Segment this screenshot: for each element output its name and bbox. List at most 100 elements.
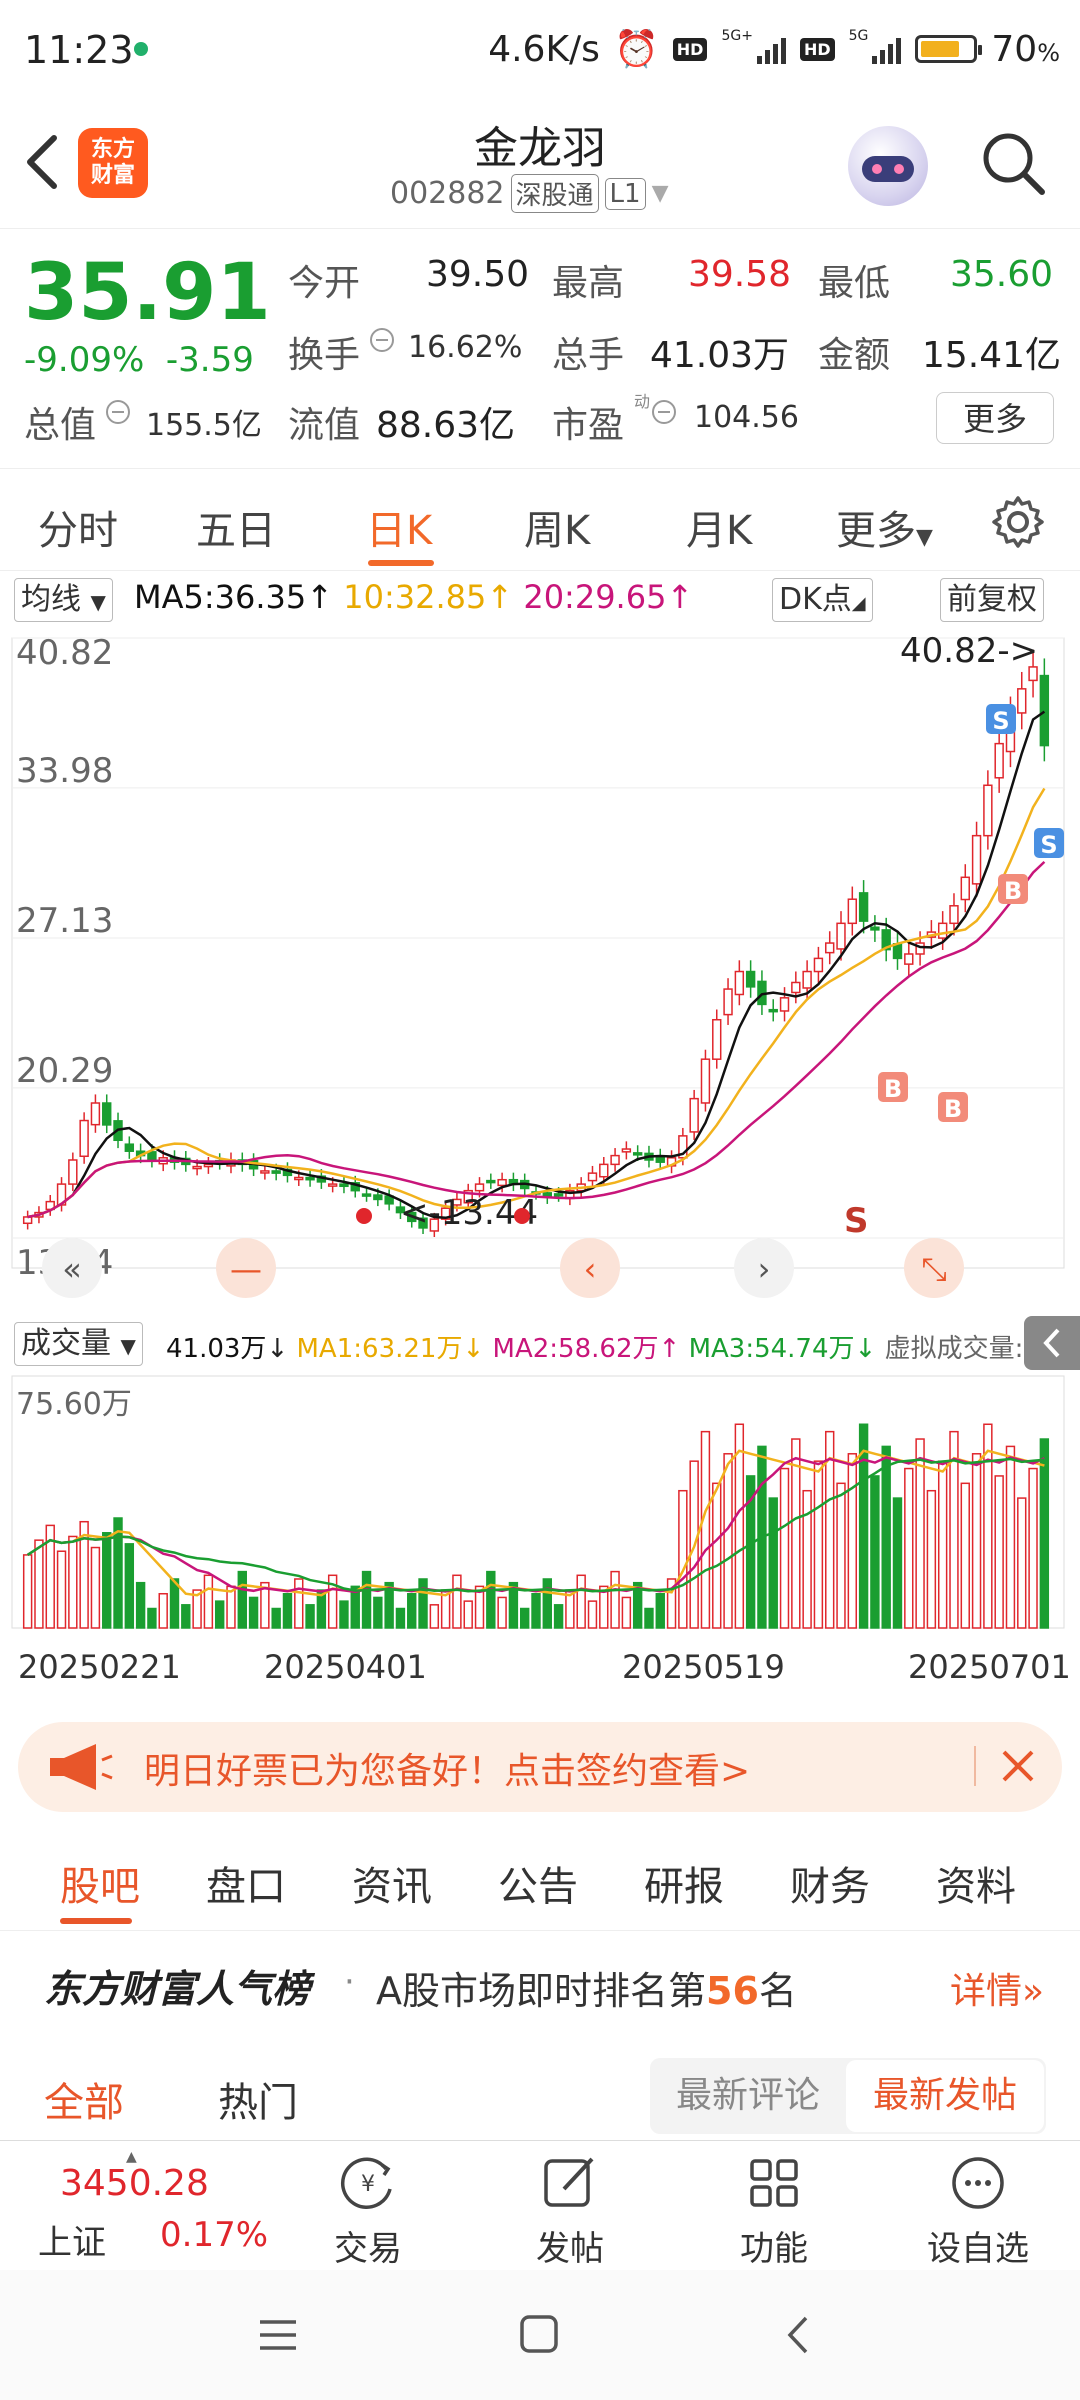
candle-body: [904, 953, 914, 965]
volume-bar: [813, 1460, 824, 1629]
signal-marker-label: S: [992, 707, 1009, 735]
ma-select-label: 均线: [21, 582, 81, 617]
collapse-side-button[interactable]: [1024, 1316, 1080, 1370]
candle-body: [994, 742, 1004, 779]
candle-body: [294, 1176, 304, 1181]
promo-banner[interactable]: 明日好票已为您备好！点击签约查看>: [18, 1722, 1062, 1812]
chart-nav-icon: ‹: [584, 1250, 597, 1288]
nav-post-label: 发帖: [536, 2229, 604, 2269]
dk-point-button[interactable]: DK点◢: [772, 578, 873, 622]
candle-body: [305, 1176, 315, 1181]
open-label: 今开: [288, 263, 361, 304]
candle-body: [813, 957, 824, 973]
tab-research[interactable]: 研报: [644, 1854, 724, 1912]
tab-more[interactable]: 更多▼: [836, 498, 933, 556]
candle-body: [791, 981, 801, 994]
hd-icon: HD: [672, 37, 708, 61]
candle-body: [870, 926, 880, 931]
tab-day-k[interactable]: 日K: [366, 498, 432, 556]
candle-body: [802, 970, 812, 989]
volume-bar: [576, 1574, 586, 1629]
max-price-annotation: 40.82->: [900, 631, 1038, 671]
volume-bar: [1039, 1438, 1050, 1629]
nav-post[interactable]: 发帖: [500, 2151, 640, 2270]
tab-month-k[interactable]: 月K: [686, 498, 752, 556]
svg-text:¥: ¥: [361, 2172, 375, 2197]
volume-chart[interactable]: 75.60万: [0, 1370, 1080, 1640]
tab-guba[interactable]: 股吧: [60, 1854, 140, 1912]
nav-functions[interactable]: 功能: [704, 2151, 844, 2270]
up-arrow-icon: ↑: [306, 578, 334, 616]
app-logo[interactable]: 东方财富: [78, 128, 148, 198]
pe-value: 104.56: [694, 400, 799, 435]
volume-bar: [124, 1543, 135, 1629]
amount-value: 15.41亿: [922, 335, 1062, 376]
tab-week-k[interactable]: 周K: [524, 498, 590, 556]
filter-all[interactable]: 全部: [44, 2070, 124, 2128]
volume-bar: [248, 1596, 259, 1629]
settings-gear-icon[interactable]: [988, 492, 1048, 552]
assistant-robot-icon[interactable]: [848, 126, 928, 206]
network-type-1: 5G+: [721, 28, 753, 44]
more-button[interactable]: 更多: [936, 392, 1054, 444]
tab-announcements[interactable]: 公告: [498, 1854, 578, 1912]
search-icon[interactable]: [980, 130, 1046, 196]
info-icon[interactable]: [370, 328, 394, 352]
tab-pankou[interactable]: 盘口: [206, 1854, 286, 1912]
volume-bar: [881, 1445, 891, 1629]
tab-five-day[interactable]: 五日: [196, 498, 276, 556]
home-square-icon[interactable]: [514, 2310, 566, 2360]
tab-news[interactable]: 资讯: [352, 1854, 432, 1912]
volume-bar: [553, 1604, 564, 1629]
float-label: 流值: [288, 405, 361, 446]
ma-select[interactable]: 均线 ▼: [14, 578, 113, 622]
rank-title: 东方财富人气榜: [44, 1967, 311, 2011]
volume-bar: [1017, 1497, 1027, 1629]
dropdown-triangle-icon[interactable]: ▼: [652, 181, 669, 206]
menu-icon[interactable]: [254, 2314, 302, 2356]
volume-bar: [587, 1600, 598, 1629]
info-icon[interactable]: [106, 400, 130, 424]
volume-bar: [994, 1475, 1004, 1629]
adjust-button[interactable]: 前复权: [940, 578, 1044, 622]
clock: 11:23: [24, 28, 134, 72]
close-icon[interactable]: [992, 1740, 1044, 1792]
info-icon[interactable]: [652, 400, 676, 424]
candle-body: [937, 922, 948, 939]
volume-bar: [655, 1592, 665, 1629]
back-arrow-icon[interactable]: [22, 132, 62, 192]
pct-change: -9.09%: [24, 340, 145, 380]
date-label: 20250221: [18, 1648, 181, 1686]
active-tab-indicator: [368, 560, 434, 566]
volume-bar: [282, 1592, 293, 1629]
index-value[interactable]: 3450.28: [60, 2163, 209, 2204]
volume-bar: [407, 1592, 417, 1629]
sort-latest-comment[interactable]: 最新评论: [650, 2058, 846, 2134]
more-dots-circle-icon: [952, 2157, 1004, 2209]
candle-body: [339, 1183, 349, 1188]
mcap-label: 总值: [24, 405, 97, 446]
candlestick-chart[interactable]: 40.8233.9827.1320.2913.4440.82-><-13.44S…: [0, 628, 1080, 1318]
volume-bar: [712, 1482, 722, 1629]
nav-trade[interactable]: ¥ 交易: [298, 2151, 438, 2270]
filter-hot[interactable]: 热门: [218, 2070, 298, 2128]
back-chevron-icon[interactable]: [778, 2310, 818, 2360]
volume-bar: [395, 1607, 406, 1629]
volume-bar: [113, 1517, 123, 1629]
banner-separator: [974, 1746, 976, 1786]
nav-watchlist[interactable]: 设自选: [908, 2151, 1048, 2270]
chart-nav-icon: —: [230, 1250, 262, 1288]
detail-link[interactable]: 详情»: [950, 1962, 1044, 2014]
volume-bar: [452, 1574, 462, 1629]
tab-finance[interactable]: 财务: [790, 1854, 870, 1912]
candle-body: [960, 876, 970, 901]
yen-circle-icon: ¥: [340, 2157, 392, 2210]
tab-profile[interactable]: 资料: [936, 1854, 1016, 1912]
popularity-rank-row[interactable]: 东方财富人气榜 · A股市场即时排名第56名 详情»: [0, 1940, 1080, 2030]
volume-bar: [361, 1570, 372, 1629]
tab-minute[interactable]: 分时: [38, 498, 118, 556]
sort-latest-post[interactable]: 最新发帖: [846, 2060, 1044, 2132]
network-speed: 4.6K/s: [488, 28, 600, 70]
price-axis-label: 27.13: [16, 901, 113, 941]
volume-select[interactable]: 成交量 ▼: [14, 1322, 143, 1366]
